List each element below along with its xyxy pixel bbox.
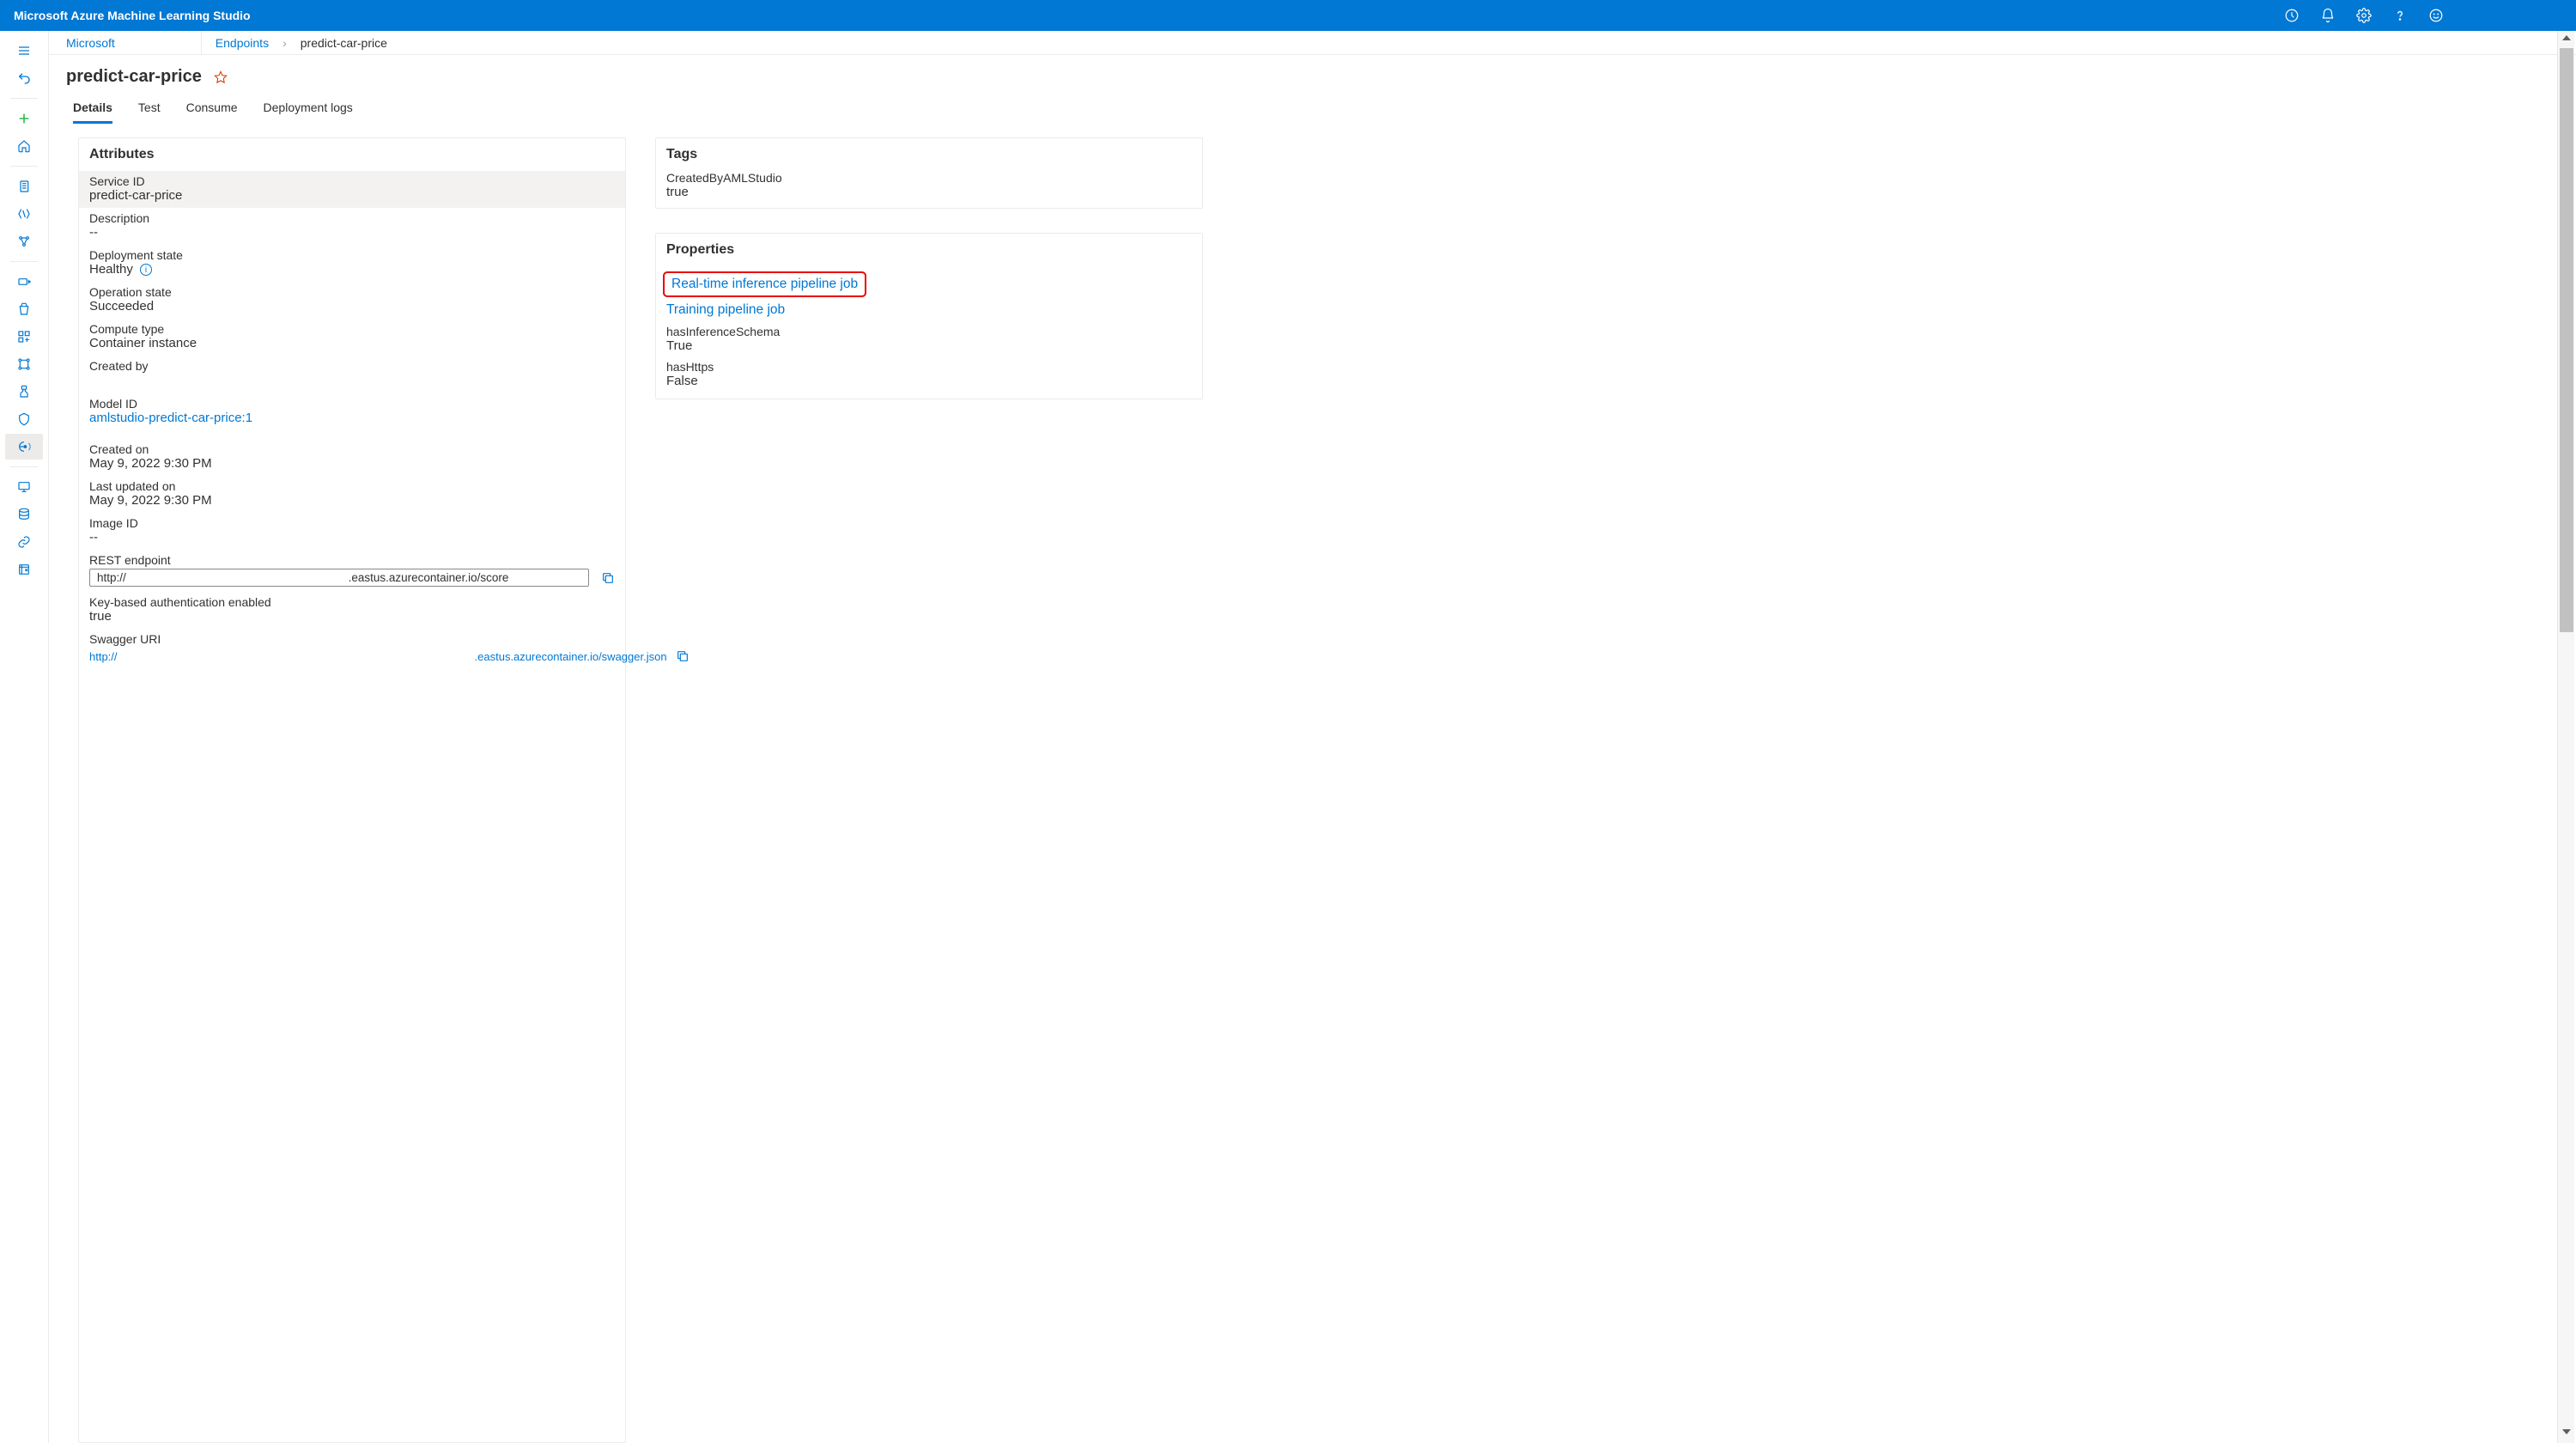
linked-services-icon[interactable]	[5, 529, 43, 555]
tag-value: true	[666, 185, 1192, 199]
value-deployment-state: Healthy i	[89, 262, 615, 277]
value-description: --	[89, 225, 615, 240]
jobs-icon[interactable]	[5, 296, 43, 322]
tabs: Details Test Consume Deployment logs	[49, 92, 2576, 124]
topbar-icons	[2284, 8, 2444, 23]
tab-details[interactable]: Details	[73, 92, 112, 124]
attributes-panel: Attributes Service ID predict-car-price …	[78, 137, 626, 1443]
data-labeling-icon[interactable]	[5, 557, 43, 582]
rest-endpoint-input[interactable]	[89, 569, 589, 587]
label-rest-endpoint: REST endpoint	[89, 553, 615, 567]
info-icon[interactable]: i	[140, 264, 152, 276]
home-icon[interactable]	[5, 133, 43, 159]
hamburger-icon[interactable]	[5, 38, 43, 64]
attributes-header: Attributes	[79, 138, 625, 171]
label-description: Description	[89, 211, 615, 225]
link-realtime-inference[interactable]: Real-time inference pipeline job	[671, 277, 858, 291]
vertical-scrollbar[interactable]	[2557, 31, 2574, 1443]
designer-icon[interactable]	[5, 228, 43, 254]
notebooks-icon[interactable]	[5, 174, 43, 199]
value-operation-state: Succeeded	[89, 299, 615, 314]
help-icon[interactable]	[2392, 8, 2408, 23]
settings-icon[interactable]	[2356, 8, 2372, 23]
prop-key-1: hasHttps	[666, 360, 1192, 374]
tab-deployment-logs[interactable]: Deployment logs	[264, 92, 353, 124]
models-icon[interactable]	[5, 406, 43, 432]
breadcrumb: Microsoft Endpoints › predict-car-price	[49, 31, 2576, 55]
page-title: predict-car-price	[66, 67, 202, 87]
label-service-id: Service ID	[89, 174, 615, 188]
datastores-icon[interactable]	[5, 502, 43, 527]
automl-icon[interactable]	[5, 201, 43, 227]
swagger-uri-link[interactable]: http://xxxxxxxxxxxxxxxxxxxxxxxxxxxxxxxxx…	[89, 650, 667, 663]
highlight-annotation: Real-time inference pipeline job	[663, 271, 866, 297]
label-last-updated: Last updated on	[89, 479, 615, 493]
properties-panel: Properties Real-time inference pipeline …	[655, 233, 1203, 399]
components-icon[interactable]	[5, 324, 43, 350]
activity-log-icon[interactable]	[2284, 8, 2300, 23]
label-key-auth: Key-based authentication enabled	[89, 595, 615, 609]
tags-panel: Tags CreatedByAMLStudio true	[655, 137, 1203, 209]
scroll-down-arrow-icon[interactable]	[2562, 1429, 2571, 1434]
prop-key-0: hasInferenceSchema	[666, 325, 1192, 338]
prop-value-1: False	[666, 374, 1192, 388]
properties-header: Properties	[656, 234, 1202, 266]
breadcrumb-endpoints-link[interactable]: Endpoints	[216, 36, 269, 50]
scroll-up-arrow-icon[interactable]	[2562, 35, 2571, 40]
label-created-by: Created by	[89, 359, 615, 373]
value-compute-type: Container instance	[89, 336, 615, 350]
label-model-id: Model ID	[89, 397, 615, 411]
breadcrumb-current: predict-car-price	[301, 36, 387, 50]
data-icon[interactable]	[5, 269, 43, 295]
value-key-auth: true	[89, 609, 615, 624]
endpoints-icon[interactable]	[5, 434, 43, 460]
app-title: Microsoft Azure Machine Learning Studio	[14, 9, 251, 22]
label-created-on: Created on	[89, 442, 615, 456]
label-deployment-state: Deployment state	[89, 248, 615, 262]
feedback-icon[interactable]	[2428, 8, 2444, 23]
breadcrumb-workspace-link[interactable]: Microsoft	[66, 36, 115, 50]
value-image-id: --	[89, 530, 615, 545]
link-training-pipeline[interactable]: Training pipeline job	[666, 302, 785, 317]
back-icon[interactable]	[5, 65, 43, 91]
environments-icon[interactable]	[5, 379, 43, 405]
tab-test[interactable]: Test	[138, 92, 161, 124]
pipelines-icon[interactable]	[5, 351, 43, 377]
label-operation-state: Operation state	[89, 285, 615, 299]
prop-value-0: True	[666, 338, 1192, 353]
label-swagger-uri: Swagger URI	[89, 632, 615, 646]
value-created-on: May 9, 2022 9:30 PM	[89, 456, 615, 471]
copy-icon[interactable]	[601, 571, 615, 585]
tags-header: Tags	[656, 138, 1202, 171]
new-icon[interactable]	[5, 106, 43, 131]
compute-icon[interactable]	[5, 474, 43, 500]
label-image-id: Image ID	[89, 516, 615, 530]
value-service-id: predict-car-price	[89, 188, 615, 203]
left-sidebar	[0, 31, 49, 1443]
label-compute-type: Compute type	[89, 322, 615, 336]
notifications-icon[interactable]	[2320, 8, 2336, 23]
favorite-star-icon[interactable]	[214, 70, 228, 84]
chevron-right-icon: ›	[283, 36, 287, 50]
value-model-id-link[interactable]: amlstudio-predict-car-price:1	[89, 411, 615, 425]
tag-key: CreatedByAMLStudio	[666, 171, 1192, 185]
topbar: Microsoft Azure Machine Learning Studio	[0, 0, 2576, 31]
value-last-updated: May 9, 2022 9:30 PM	[89, 493, 615, 508]
tab-consume[interactable]: Consume	[186, 92, 238, 124]
scroll-thumb[interactable]	[2560, 48, 2573, 632]
